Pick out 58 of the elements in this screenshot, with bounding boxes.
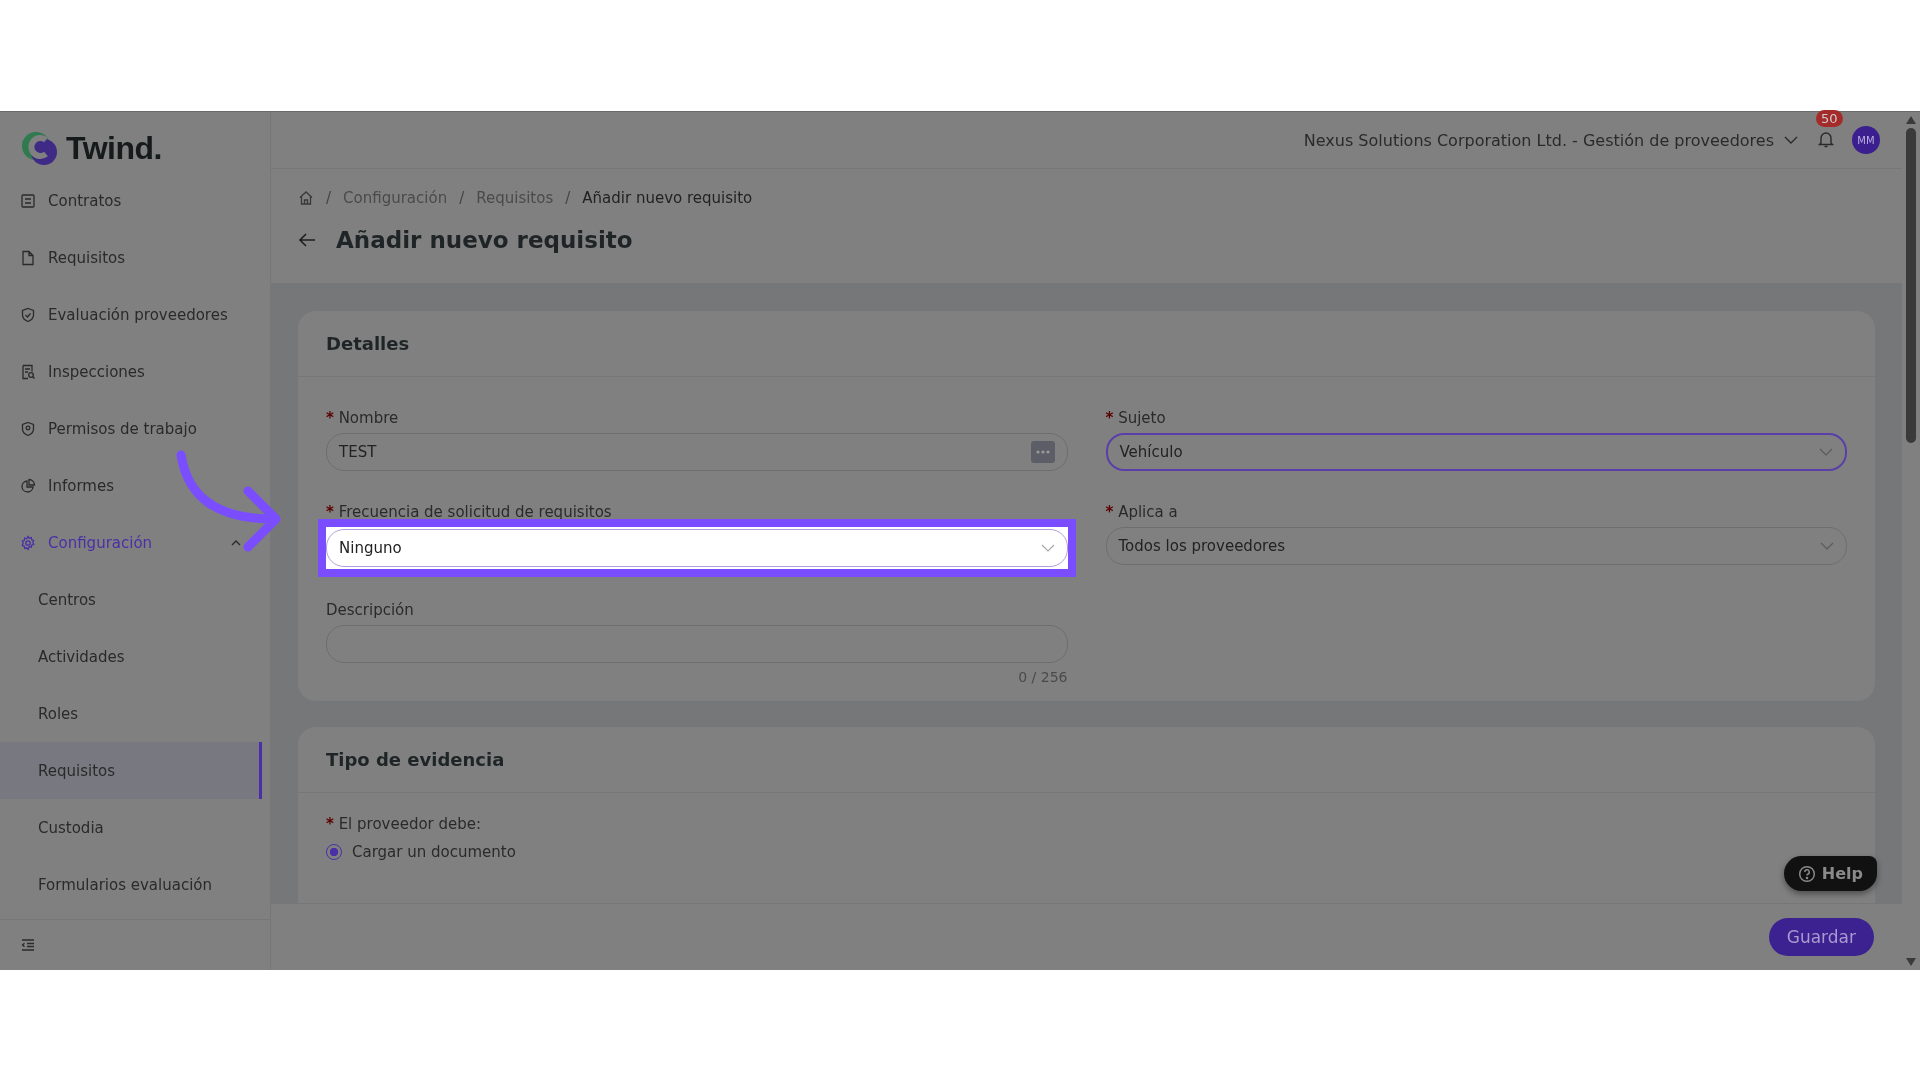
applies-to-dropdown[interactable]: Todos los proveedores bbox=[1105, 527, 1847, 565]
document-icon bbox=[20, 249, 36, 266]
more-icon[interactable] bbox=[1030, 441, 1055, 463]
subject-dropdown[interactable]: Vehículo bbox=[1105, 433, 1847, 471]
sidebar-item[interactable]: Configuración bbox=[0, 514, 270, 571]
shield-icon bbox=[20, 420, 36, 437]
user-avatar[interactable]: MM bbox=[1852, 126, 1880, 154]
card-title: Tipo de evidencia bbox=[298, 727, 1875, 793]
frequency-dropdown[interactable]: Ninguno bbox=[326, 529, 1068, 567]
field-label: * Nombre bbox=[326, 409, 400, 427]
sidebar-item[interactable]: Informes bbox=[0, 457, 270, 514]
breadcrumb-separator: / bbox=[459, 189, 465, 207]
sidebar-subitem[interactable]: Requisitos bbox=[0, 742, 262, 799]
breadcrumb-current: Añadir nuevo requisito bbox=[582, 189, 753, 207]
radio-label: Cargar un documento bbox=[352, 843, 516, 861]
scroll-down-icon[interactable] bbox=[1906, 958, 1916, 966]
card-title: Detalles bbox=[298, 311, 1875, 377]
shield-icon bbox=[20, 306, 36, 323]
home-icon[interactable] bbox=[298, 190, 314, 206]
scroll-up-icon[interactable] bbox=[1906, 116, 1916, 124]
bell-icon[interactable] bbox=[1818, 130, 1834, 148]
scrollbar-thumb[interactable] bbox=[1906, 128, 1916, 443]
save-button[interactable]: Guardar bbox=[1768, 918, 1874, 956]
notification-badge: 50 bbox=[1816, 110, 1843, 127]
search-document-icon bbox=[20, 363, 36, 380]
sidebar-subitem[interactable]: Formularios evaluación bbox=[0, 856, 262, 913]
chevron-down-icon bbox=[1040, 544, 1055, 552]
chevron-down-icon[interactable] bbox=[1784, 135, 1798, 145]
help-icon bbox=[1797, 864, 1816, 883]
field-label: * El proveedor debe: bbox=[326, 815, 483, 833]
organization-selector[interactable]: Nexus Solutions Corporation Ltd. - Gestión de proveedores bbox=[1303, 130, 1774, 150]
breadcrumb-separator: / bbox=[326, 189, 332, 207]
sidebar-item[interactable]: Evaluación proveedores bbox=[0, 286, 270, 343]
collapse-menu-icon[interactable] bbox=[20, 937, 36, 953]
sidebar-subitem[interactable]: Custodia bbox=[0, 799, 262, 856]
help-button[interactable]: Help bbox=[1783, 856, 1877, 891]
settings-icon bbox=[20, 534, 36, 551]
sidebar-subitem[interactable]: Centros bbox=[0, 571, 262, 628]
sidebar-item[interactable]: Permisos de trabajo bbox=[0, 400, 270, 457]
field-label: * Sujeto bbox=[1105, 409, 1167, 427]
pie-chart-icon bbox=[20, 477, 36, 494]
sidebar-subitem[interactable]: Actividades bbox=[0, 628, 262, 685]
chevron-down-icon bbox=[1819, 448, 1833, 456]
sidebar-subitem[interactable]: Roles bbox=[0, 685, 262, 742]
page-title: Añadir nuevo requisito bbox=[336, 227, 633, 253]
name-field[interactable]: TEST bbox=[326, 433, 1068, 471]
chevron-down-icon bbox=[1820, 542, 1834, 550]
radio-button[interactable] bbox=[326, 844, 342, 860]
back-arrow-icon[interactable] bbox=[298, 232, 316, 248]
document-icon bbox=[20, 192, 36, 209]
sidebar-item[interactable]: Contratos bbox=[0, 172, 270, 229]
field-label: * Aplica a bbox=[1105, 503, 1179, 521]
sidebar-item[interactable]: Inspecciones bbox=[0, 343, 270, 400]
brand-name: Twind. bbox=[66, 129, 162, 167]
field-label: Descripción bbox=[326, 601, 415, 619]
sidebar-item[interactable]: Requisitos bbox=[0, 229, 270, 286]
field-label: * Frecuencia de solicitud de requisitos bbox=[326, 503, 613, 521]
breadcrumb-separator: / bbox=[565, 189, 571, 207]
